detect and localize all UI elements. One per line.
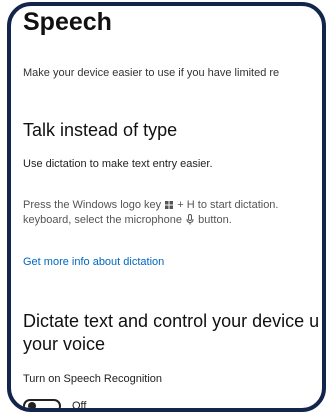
page-subtitle: Make your device easier to use if you ha…	[23, 67, 280, 79]
speech-recognition-toggle-row: Off	[23, 398, 87, 412]
instruction-line1-pre: Press the Windows logo key	[23, 199, 162, 211]
dictation-instruction-line2: keyboard, select the microphone button.	[23, 214, 232, 226]
instruction-line2-post: button.	[198, 214, 232, 226]
instruction-line2-pre: keyboard, select the microphone	[23, 214, 182, 226]
dictation-instruction-line1: Press the Windows logo key + H to start …	[23, 199, 278, 211]
dictation-info-link[interactable]: Get more info about dictation	[23, 256, 164, 268]
speech-recognition-heading-line1: Dictate text and control your device u	[23, 311, 320, 331]
toggle-state-text: Off	[72, 400, 87, 412]
speech-recognition-heading-line2: your voice	[23, 334, 106, 354]
page-title: Speech	[23, 8, 112, 36]
dictation-heading: Talk instead of type	[23, 120, 178, 140]
speech-recognition-heading: Dictate text and control your device u y…	[23, 310, 319, 356]
toggle-knob	[28, 402, 36, 408]
instruction-line1-post: + H to start dictation.	[177, 199, 279, 211]
speech-recognition-toggle[interactable]	[23, 399, 61, 408]
windows-logo-icon	[165, 201, 174, 209]
microphone-icon	[186, 214, 194, 225]
speech-recognition-toggle-label: Turn on Speech Recognition	[23, 373, 163, 385]
dictation-description: Use dictation to make text entry easier.	[23, 158, 213, 170]
speech-settings-window: Speech Make your device easier to use if…	[7, 2, 326, 412]
